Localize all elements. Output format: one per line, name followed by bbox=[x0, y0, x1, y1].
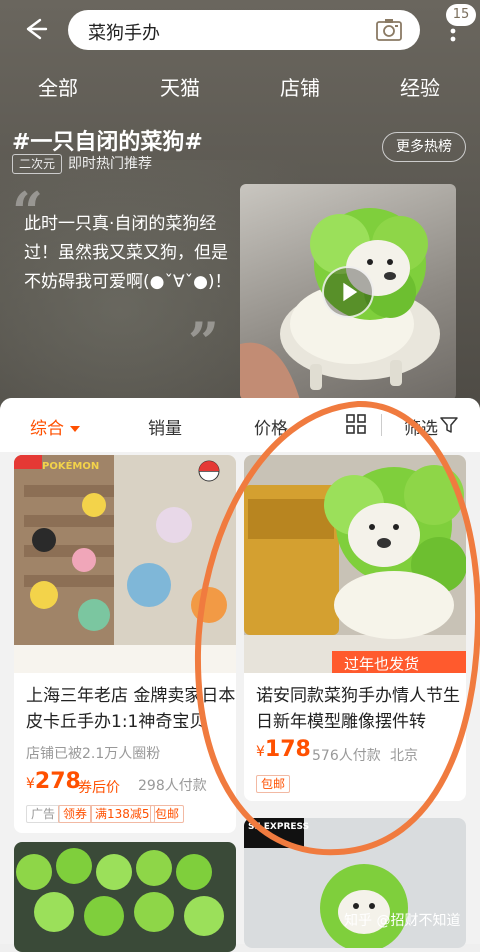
tab-store[interactable]: 店铺 bbox=[280, 72, 320, 101]
sort-comprehensive[interactable]: 综合 bbox=[30, 414, 80, 439]
store-fans: 店铺已被2.1万人圈粉 bbox=[26, 746, 161, 762]
play-icon[interactable] bbox=[322, 266, 374, 318]
search-bar[interactable]: 菜狗手办 bbox=[68, 10, 420, 50]
topic-header: 菜狗手办 15 全部 天猫 店铺 经验 #一只自闭的菜狗# 二次元 即时热门推荐… bbox=[0, 0, 480, 415]
search-input[interactable]: 菜狗手办 bbox=[88, 19, 160, 45]
quote-close-icon: ” bbox=[188, 310, 220, 374]
more-menu-icon[interactable] bbox=[440, 6, 470, 46]
watermark: 知乎 @招财不知道 bbox=[344, 913, 461, 929]
pokemon-logo: POKÉMON bbox=[42, 461, 100, 472]
topic-title[interactable]: #一只自闭的菜狗# bbox=[12, 124, 203, 156]
price-value: 278 bbox=[34, 769, 81, 794]
coupon-tag: 领券 bbox=[58, 805, 93, 823]
topic-description: 此时一只真·自闭的菜狗经过！虽然我又菜又狗，但是不妨碍我可爱啊(●ˇ∀ˇ●)！ bbox=[24, 214, 232, 292]
price-note: 券后价 bbox=[78, 780, 120, 796]
back-arrow-icon[interactable] bbox=[20, 14, 50, 44]
search-tabs: 全部 天猫 店铺 经验 bbox=[0, 72, 480, 108]
topic-subtitle: 即时热门推荐 bbox=[68, 156, 152, 172]
product-price: ¥278 bbox=[26, 769, 81, 794]
category-chip: 二次元 bbox=[12, 154, 63, 174]
sort-sales[interactable]: 销量 bbox=[148, 414, 182, 439]
tab-experience[interactable]: 经验 bbox=[400, 72, 440, 101]
price-symbol: ¥ bbox=[26, 776, 35, 792]
sort-comprehensive-label: 综合 bbox=[30, 419, 64, 439]
ad-tag: 广告 bbox=[26, 805, 61, 823]
discount-tag: 满138减5 bbox=[90, 805, 155, 823]
caret-down-icon bbox=[70, 426, 80, 432]
camera-icon[interactable] bbox=[376, 18, 402, 42]
annotation-circle bbox=[194, 400, 480, 856]
tab-all[interactable]: 全部 bbox=[38, 72, 78, 101]
more-hot-button[interactable]: 更多热榜 bbox=[382, 132, 466, 162]
free-shipping-tag: 包邮 bbox=[150, 805, 185, 823]
tab-tmall[interactable]: 天猫 bbox=[160, 72, 200, 101]
